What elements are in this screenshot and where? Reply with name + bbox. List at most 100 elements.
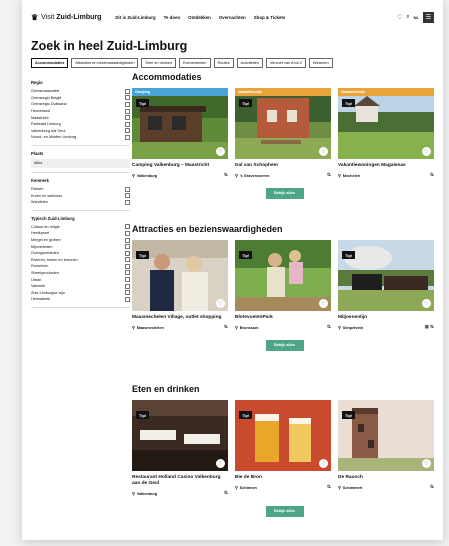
result-card[interactable]: Tip! ♡ Miljoenenlijn ⚲ Simpelveld ▣ ⛐ bbox=[338, 240, 434, 331]
card-image[interactable]: Tip! ♡ bbox=[338, 400, 434, 471]
favorite-heart-icon[interactable]: ♡ bbox=[216, 147, 225, 156]
checkbox[interactable] bbox=[125, 277, 130, 283]
nav-item-shop-tickets[interactable]: Shop & Tickets bbox=[254, 15, 286, 20]
favorite-heart-icon[interactable]: ♡ bbox=[319, 459, 328, 468]
filter-option[interactable]: Heelkproef bbox=[31, 230, 130, 237]
card-title[interactable]: Miljoenenlijn bbox=[338, 315, 434, 321]
card-title[interactable]: Vakantiewoningen Magalenas bbox=[338, 163, 434, 169]
language-selector[interactable]: NL bbox=[414, 15, 419, 20]
search-icon[interactable]: ⌕ bbox=[406, 14, 409, 21]
checkbox[interactable] bbox=[125, 244, 130, 250]
filter-option[interactable]: Mergel en grotten bbox=[31, 237, 130, 244]
card-image[interactable]: Vakantiehuisje Tip! ♡ bbox=[338, 88, 434, 159]
chip-eten-drinken[interactable]: Eten en drinken bbox=[141, 58, 177, 68]
chip-evenementen[interactable]: Evenementen bbox=[179, 58, 211, 68]
filter-option[interactable]: Zuid-Limburgse wijn bbox=[31, 289, 130, 296]
card-title[interactable]: BlotevoetenPark bbox=[235, 315, 331, 321]
chip-routes[interactable]: Routes bbox=[213, 58, 234, 68]
checkbox[interactable] bbox=[125, 257, 130, 263]
nav-item-dit-is[interactable]: Dit is Zuid-Limburg bbox=[115, 15, 155, 20]
checkbox[interactable] bbox=[125, 108, 130, 114]
filter-option[interactable]: Oorlogsverleden bbox=[31, 250, 130, 257]
view-all-button[interactable]: Bekijk alles bbox=[265, 505, 304, 517]
checkbox[interactable] bbox=[125, 95, 130, 101]
checkbox[interactable] bbox=[125, 237, 130, 243]
view-all-button[interactable]: Bekijk alles bbox=[265, 187, 304, 199]
nav-item-overnachten[interactable]: Overnachten bbox=[219, 15, 246, 20]
result-card[interactable]: Vakantiehuisje Tip! ♡ Dal van Schophem ⚲… bbox=[235, 88, 331, 179]
favorite-heart-icon[interactable]: ♡ bbox=[216, 299, 225, 308]
view-all-button[interactable]: Bekijk alles bbox=[265, 339, 304, 351]
card-image[interactable]: Vakantiehuisje Tip! ♡ bbox=[235, 88, 331, 159]
filter-option[interactable]: Vakwerk bbox=[31, 283, 130, 290]
filter-option[interactable]: Wandelen bbox=[31, 199, 130, 206]
card-title[interactable]: De Rausch bbox=[338, 475, 434, 481]
plaats-select[interactable]: Alles bbox=[31, 158, 130, 168]
favorite-heart-icon[interactable]: ♡ bbox=[319, 299, 328, 308]
card-image[interactable]: Camping Tip! ♡ bbox=[132, 88, 228, 159]
checkbox[interactable] bbox=[125, 250, 130, 256]
favorite-heart-icon[interactable]: ♡ bbox=[422, 299, 431, 308]
menu-icon[interactable]: ☰ bbox=[423, 11, 434, 23]
filter-option[interactable]: Grensregio België bbox=[31, 95, 130, 102]
filter-option[interactable]: Mijnverleden bbox=[31, 243, 130, 250]
chip-activiteiten[interactable]: Activiteiten bbox=[236, 58, 263, 68]
checkbox[interactable] bbox=[125, 290, 130, 296]
filter-option[interactable]: Heimakerie bbox=[31, 296, 130, 303]
checkbox[interactable] bbox=[125, 199, 130, 205]
filter-option[interactable]: Romeinen bbox=[31, 263, 130, 270]
card-title[interactable]: Camping Valkenburg – Maastricht bbox=[132, 163, 228, 169]
checkbox[interactable] bbox=[125, 263, 130, 269]
card-title[interactable]: Restaurant Holland Casino Valkenburg aan… bbox=[132, 475, 228, 487]
filter-option[interactable]: Valkenburg a/d Geul bbox=[31, 128, 130, 135]
checkbox[interactable] bbox=[125, 186, 130, 192]
card-title[interactable]: Bie de Bron bbox=[235, 475, 331, 481]
filter-option[interactable]: Heuvelland bbox=[31, 108, 130, 115]
filter-option[interactable]: Kuren en wellness bbox=[31, 192, 130, 199]
favorite-heart-icon[interactable]: ♡ bbox=[422, 147, 431, 156]
card-image[interactable]: Tip! ♡ bbox=[338, 240, 434, 311]
checkbox[interactable] bbox=[125, 193, 130, 199]
nav-item-te-doen[interactable]: Te doen bbox=[164, 15, 181, 20]
filter-option[interactable]: Maastricht bbox=[31, 114, 130, 121]
result-card[interactable]: Camping Tip! ♡ Camping Valkenburg – Maas… bbox=[132, 88, 228, 179]
chip-accommodaties[interactable]: Accommodaties bbox=[31, 58, 69, 68]
result-card[interactable]: Tip! ♡ BlotevoetenPark ⚲ Brunssum ⛐ bbox=[235, 240, 331, 331]
favorite-heart-icon[interactable]: ♡ bbox=[319, 147, 328, 156]
chip-attracties[interactable]: Attracties en bezienswaardigheden bbox=[71, 58, 139, 68]
result-card[interactable]: Tip! ♡ Bie de Bron ⚲ Schinnen ⛐ bbox=[235, 400, 331, 497]
checkbox[interactable] bbox=[125, 121, 130, 127]
checkbox[interactable] bbox=[125, 270, 130, 276]
favorite-heart-icon[interactable]: ♡ bbox=[422, 459, 431, 468]
result-card[interactable]: Tip! ♡ De Rausch ⚲ Schimmert ⛐ bbox=[338, 400, 434, 497]
checkbox[interactable] bbox=[125, 101, 130, 107]
card-title[interactable]: Dal van Schophem bbox=[235, 163, 331, 169]
card-image[interactable]: Tip! ♡ bbox=[235, 240, 331, 311]
filter-option[interactable]: Noord- en Midden Limburg bbox=[31, 134, 130, 141]
result-card[interactable]: Tip! ♡ Restaurant Holland Casino Valkenb… bbox=[132, 400, 228, 497]
checkbox[interactable] bbox=[125, 230, 130, 236]
filter-option[interactable]: Rivieren, beken en bronnen bbox=[31, 257, 130, 264]
favorite-heart-icon[interactable]: ♡ bbox=[216, 459, 225, 468]
checkbox[interactable] bbox=[125, 128, 130, 134]
filter-option[interactable]: Fietsen bbox=[31, 186, 130, 193]
checkbox[interactable] bbox=[125, 115, 130, 121]
filter-option[interactable]: Cultuur en religie bbox=[31, 224, 130, 231]
checkbox[interactable] bbox=[125, 88, 130, 94]
chip-winkelen[interactable]: Winkelen bbox=[309, 58, 333, 68]
filter-option[interactable]: Parkstad Limburg bbox=[31, 121, 130, 128]
filter-option[interactable]: Grensregio Duitsland bbox=[31, 101, 130, 108]
site-logo[interactable]: ♛ Visit Zuid-Limburg bbox=[31, 13, 101, 22]
card-image[interactable]: Tip! ♡ bbox=[132, 400, 228, 471]
nav-item-ontdekken[interactable]: Ontdekken bbox=[188, 15, 211, 20]
card-title[interactable]: Maasmechelen Village, outlet shopping bbox=[132, 315, 228, 321]
favorites-heart-icon[interactable]: ♡ bbox=[397, 14, 402, 21]
chip-vervoer[interactable]: Vervoer van A tot Z bbox=[265, 58, 306, 68]
result-card[interactable]: Tip! ♡ Maasmechelen Village, outlet shop… bbox=[132, 240, 228, 331]
checkbox[interactable] bbox=[125, 296, 130, 302]
result-card[interactable]: Vakantiehuisje Tip! ♡ Vakantiewoningen M… bbox=[338, 88, 434, 179]
checkbox[interactable] bbox=[125, 224, 130, 230]
filter-option[interactable]: Grensmaasvallei bbox=[31, 88, 130, 95]
card-image[interactable]: Tip! ♡ bbox=[132, 240, 228, 311]
card-image[interactable]: Tip! ♡ bbox=[235, 400, 331, 471]
